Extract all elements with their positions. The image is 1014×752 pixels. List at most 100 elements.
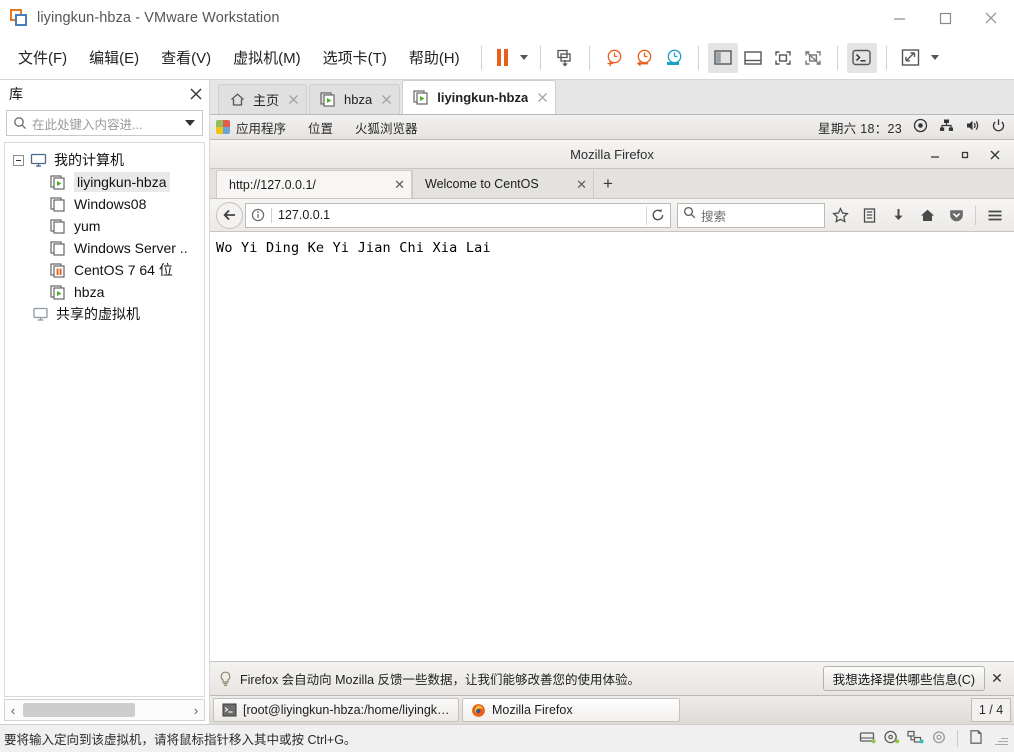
menu-view[interactable]: 查看(V) (151, 43, 221, 72)
power-icon[interactable] (991, 118, 1006, 136)
network-adapter-icon[interactable] (907, 730, 924, 748)
tree-item-liyingkun-hbza[interactable]: liyingkun-hbza (5, 171, 204, 193)
scroll-left-icon[interactable]: ‹ (5, 703, 21, 718)
url-bar[interactable]: 127.0.0.1 (245, 202, 671, 228)
firefox-tabstrip: http://127.0.0.1/ ✕ Welcome to CentOS ✕ … (210, 169, 1014, 199)
scroll-right-icon[interactable]: › (188, 703, 204, 718)
url-text: 127.0.0.1 (278, 208, 331, 222)
tree-item-centos7[interactable]: CentOS 7 64 位 (5, 259, 204, 281)
maximize-button[interactable] (922, 0, 968, 36)
library-tree: 我的计算机 liyingkun-hbza Windows08 yum Windo… (4, 142, 205, 697)
download-icon[interactable] (885, 202, 912, 229)
page-content-area[interactable]: Wo Yi Ding Ke Yi Jian Chi Xia Lai (210, 232, 1014, 661)
resize-grip[interactable] (994, 732, 1008, 746)
close-button[interactable] (968, 0, 1014, 36)
stretch-dropdown-icon[interactable] (930, 55, 939, 60)
guest-screen[interactable]: 应用程序 位置 火狐浏览器 星期六 18：23 Mozilla Firefox … (210, 114, 1014, 724)
library-panel: 库 在此处键入内容进... 我的计算机 liyingkun-hbza Windo… (0, 80, 210, 724)
vm-tab-home[interactable]: 主页 (218, 84, 308, 114)
vm-tab-label: liyingkun-hbza (437, 90, 529, 105)
firefox-minimize-button[interactable] (928, 140, 942, 169)
gnome-current-app[interactable]: 火狐浏览器 (355, 118, 418, 137)
close-icon[interactable] (537, 92, 548, 103)
library-icon[interactable] (856, 202, 883, 229)
usb-icon[interactable] (931, 730, 947, 748)
library-search-box[interactable]: 在此处键入内容进... (6, 110, 203, 136)
menu-help[interactable]: 帮助(H) (399, 43, 470, 72)
choose-what-to-share-button[interactable]: 我想选择提供哪些信息(C) (822, 666, 985, 691)
close-icon[interactable] (288, 94, 299, 105)
close-icon[interactable]: ✕ (394, 178, 405, 191)
menu-edit[interactable]: 编辑(E) (79, 43, 149, 72)
power-on-guest-icon[interactable] (550, 43, 580, 73)
take-snapshot-icon[interactable] (599, 43, 629, 73)
tree-item-hbza[interactable]: hbza (5, 281, 204, 303)
console-terminal-icon[interactable] (846, 42, 877, 73)
hamburger-menu-icon[interactable] (981, 202, 1008, 229)
printer-icon[interactable] (968, 729, 984, 748)
vm-suspended-icon (50, 262, 67, 278)
pocket-icon[interactable] (943, 202, 970, 229)
bookmark-star-icon[interactable] (827, 202, 854, 229)
taskbar-item-firefox[interactable]: Mozilla Firefox (462, 698, 680, 722)
reload-icon[interactable] (646, 205, 668, 225)
firefox-maximize-button[interactable] (958, 140, 972, 169)
collapse-icon[interactable] (13, 154, 24, 166)
suspend-icon[interactable] (491, 43, 515, 73)
snapshot-manager-icon[interactable] (659, 43, 689, 73)
tree-item-windows08[interactable]: Windows08 (5, 193, 204, 215)
workspace-indicator[interactable]: 1 / 4 (971, 698, 1011, 722)
network-target-icon[interactable] (913, 118, 928, 136)
scrollbar-thumb[interactable] (23, 703, 135, 717)
toolbar-divider (539, 45, 541, 70)
lightbulb-icon (219, 671, 232, 687)
window-controls (876, 0, 1014, 36)
home-icon[interactable] (914, 202, 941, 229)
gnome-places-menu[interactable]: 位置 (308, 118, 333, 137)
show-library-icon[interactable] (707, 42, 738, 73)
firefox-tab-label: Welcome to CentOS (425, 177, 539, 191)
close-icon[interactable] (381, 94, 392, 105)
hard-disk-icon[interactable] (859, 730, 876, 748)
gnome-clock[interactable]: 星期六 18：23 (818, 118, 902, 137)
volume-icon[interactable] (965, 118, 980, 136)
firefox-tab-localhost[interactable]: http://127.0.0.1/ ✕ (216, 170, 412, 198)
vm-stopped-icon (50, 240, 67, 256)
chevron-down-icon[interactable] (185, 120, 195, 126)
vm-tab-hbza[interactable]: hbza (309, 84, 401, 114)
firefox-icon (470, 702, 486, 718)
vm-tab-liyingkun-hbza[interactable]: liyingkun-hbza (402, 80, 557, 114)
tree-item-shared-vms[interactable]: 共享的虚拟机 (5, 303, 204, 325)
applications-menu-icon (216, 120, 230, 134)
tree-item-yum[interactable]: yum (5, 215, 204, 237)
close-icon[interactable]: ✕ (576, 178, 587, 191)
firefox-close-button[interactable] (988, 140, 1002, 169)
firefox-tab-label: http://127.0.0.1/ (229, 177, 316, 192)
library-close-icon[interactable] (189, 87, 203, 101)
menu-vm[interactable]: 虚拟机(M) (223, 43, 311, 72)
unity-mode-icon[interactable] (798, 43, 828, 73)
page-info-icon[interactable] (251, 208, 265, 222)
minimize-button[interactable] (876, 0, 922, 36)
back-button[interactable] (216, 201, 243, 229)
library-horizontal-scrollbar[interactable]: ‹ › (4, 699, 205, 721)
new-tab-button[interactable]: + (594, 170, 622, 198)
suspend-dropdown-icon[interactable] (519, 55, 528, 60)
menu-file[interactable]: 文件(F) (8, 43, 77, 72)
firefox-tab-welcome-centos[interactable]: Welcome to CentOS ✕ (412, 170, 594, 198)
search-bar[interactable]: 搜索 (677, 202, 825, 228)
network-icon[interactable] (939, 118, 954, 136)
show-console-view-icon[interactable] (738, 43, 768, 73)
tree-item-windows-server[interactable]: Windows Server .. (5, 237, 204, 259)
enter-fullscreen-icon[interactable] (768, 43, 798, 73)
notification-close-icon[interactable]: ✕ (985, 670, 1009, 687)
window-titlebar: liyingkun-hbza - VMware Workstation (0, 0, 1014, 36)
tree-item-my-computer[interactable]: 我的计算机 (5, 149, 204, 171)
revert-snapshot-icon[interactable] (629, 43, 659, 73)
stretch-guest-icon[interactable] (896, 43, 926, 73)
vm-right-pane: 主页 hbza liyingkun-hbza 应用程序 位置 火狐浏览器 星期六… (210, 80, 1014, 724)
menu-tabs[interactable]: 选项卡(T) (313, 43, 397, 72)
cd-dvd-icon[interactable] (883, 730, 900, 748)
taskbar-item-terminal[interactable]: [root@liyingkun-hbza:/home/liyingk… (213, 698, 459, 722)
gnome-applications-menu[interactable]: 应用程序 (236, 118, 286, 137)
